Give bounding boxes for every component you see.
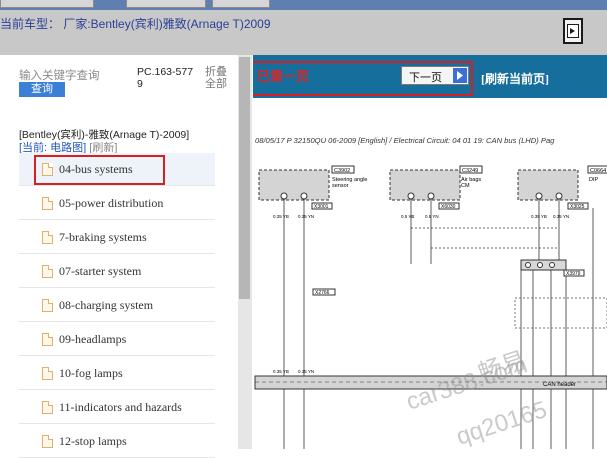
refresh-page-button[interactable]: [刷新当前页]: [481, 70, 549, 87]
list-item-label: 04-bus systems: [59, 161, 133, 176]
list-item-label: 7-braking systems: [59, 229, 147, 244]
viewer-toolbar: 已第一页 下一页 [刷新当前页]: [253, 55, 607, 98]
document-icon: [42, 162, 53, 176]
component-code: C3902: [334, 168, 350, 174]
document-icon: [42, 332, 53, 346]
document-icon: [42, 400, 53, 414]
top-tab-3[interactable]: [212, 0, 270, 8]
list-item[interactable]: 05-power distribution: [19, 187, 215, 220]
current-vehicle-title: 当前车型： 厂家:Bentley(宾利)雅致(Arnage T)2009: [0, 17, 271, 31]
list-item-label: 12-stop lamps: [59, 433, 127, 448]
query-button[interactable]: 查询: [19, 82, 65, 97]
component-box: [517, 169, 579, 201]
connector-label: X2766: [315, 290, 330, 296]
connector-label: X6030: [441, 204, 456, 210]
document-icon: [42, 230, 53, 244]
list-item-label: 08-charging system: [59, 297, 154, 312]
list-item[interactable]: 12-stop lamps: [19, 425, 215, 458]
list-item-label: 10-fog lamps: [59, 365, 123, 380]
component-code: C0664: [590, 168, 606, 174]
diagram-viewer: 已第一页 下一页 [刷新当前页] 08/05/17 P 32150QU 06-2…: [253, 55, 607, 449]
wire-label: 0.35 YN: [553, 214, 569, 219]
wire-label: 0.35 YN: [298, 214, 314, 219]
collapse-all-button[interactable]: 折叠全部: [205, 66, 237, 90]
list-item-label: 11-indicators and hazards: [59, 399, 182, 414]
document-header: 08/05/17 P 32150QU 06-2009 [English] / E…: [255, 136, 555, 145]
document-icon: [42, 366, 53, 380]
toggle-panel-button[interactable]: [563, 18, 583, 44]
list-item[interactable]: 09-headlamps: [19, 323, 215, 356]
component-box: [389, 169, 461, 201]
component-code: C3249: [462, 168, 478, 174]
list-item[interactable]: 11-indicators and hazards: [19, 391, 215, 424]
list-item[interactable]: 04-bus systems: [19, 153, 215, 186]
arrow-right-icon: [453, 68, 467, 83]
wire-label: 0.5 YB: [401, 214, 414, 219]
connector-label: X3001: [314, 204, 329, 210]
first-page-label: 已第一页: [257, 69, 310, 84]
left-scrollbar-thumb[interactable]: [239, 57, 250, 299]
wire-label: 0.35 YB: [273, 369, 289, 374]
document-icon: [42, 434, 53, 448]
list-item[interactable]: 10-fog lamps: [19, 357, 215, 390]
list-item-label: 09-headlamps: [59, 331, 127, 346]
top-tab-2[interactable]: [126, 0, 206, 8]
wire-label: 0.35 YB: [273, 214, 289, 219]
wire-label: 0.5 YN: [425, 214, 439, 219]
document-icon: [42, 264, 53, 278]
next-page-button[interactable]: 下一页: [401, 66, 469, 85]
document-icon: [42, 196, 53, 210]
list-item[interactable]: 08-charging system: [19, 289, 215, 322]
component-name: sensor: [332, 183, 349, 189]
list-item[interactable]: 7-braking systems: [19, 221, 215, 254]
connector-label: X3979: [566, 271, 581, 277]
bus-label: CAN header: [543, 382, 576, 388]
list-item-label: 07-starter system: [59, 263, 142, 278]
list-item[interactable]: 07-starter system: [19, 255, 215, 288]
document-icon: [42, 298, 53, 312]
list-item-label: 05-power distribution: [59, 195, 164, 210]
next-page-label: 下一页: [409, 72, 442, 84]
top-tab-1[interactable]: [0, 0, 94, 8]
component-box: [258, 169, 330, 201]
window-top-strip: [0, 0, 607, 10]
component-name: CM: [461, 183, 470, 189]
wire-label: 0.35 YB: [531, 214, 547, 219]
component-name: DIP: [589, 177, 599, 183]
wire-label: 0.35 YN: [298, 369, 314, 374]
panel-toggle-icon: [567, 24, 579, 38]
title-bar: 当前车型： 厂家:Bentley(宾利)雅致(Arnage T)2009: [0, 10, 607, 55]
pc-code: PC.163-5779: [137, 66, 194, 90]
connector-label: X3025: [570, 204, 585, 210]
